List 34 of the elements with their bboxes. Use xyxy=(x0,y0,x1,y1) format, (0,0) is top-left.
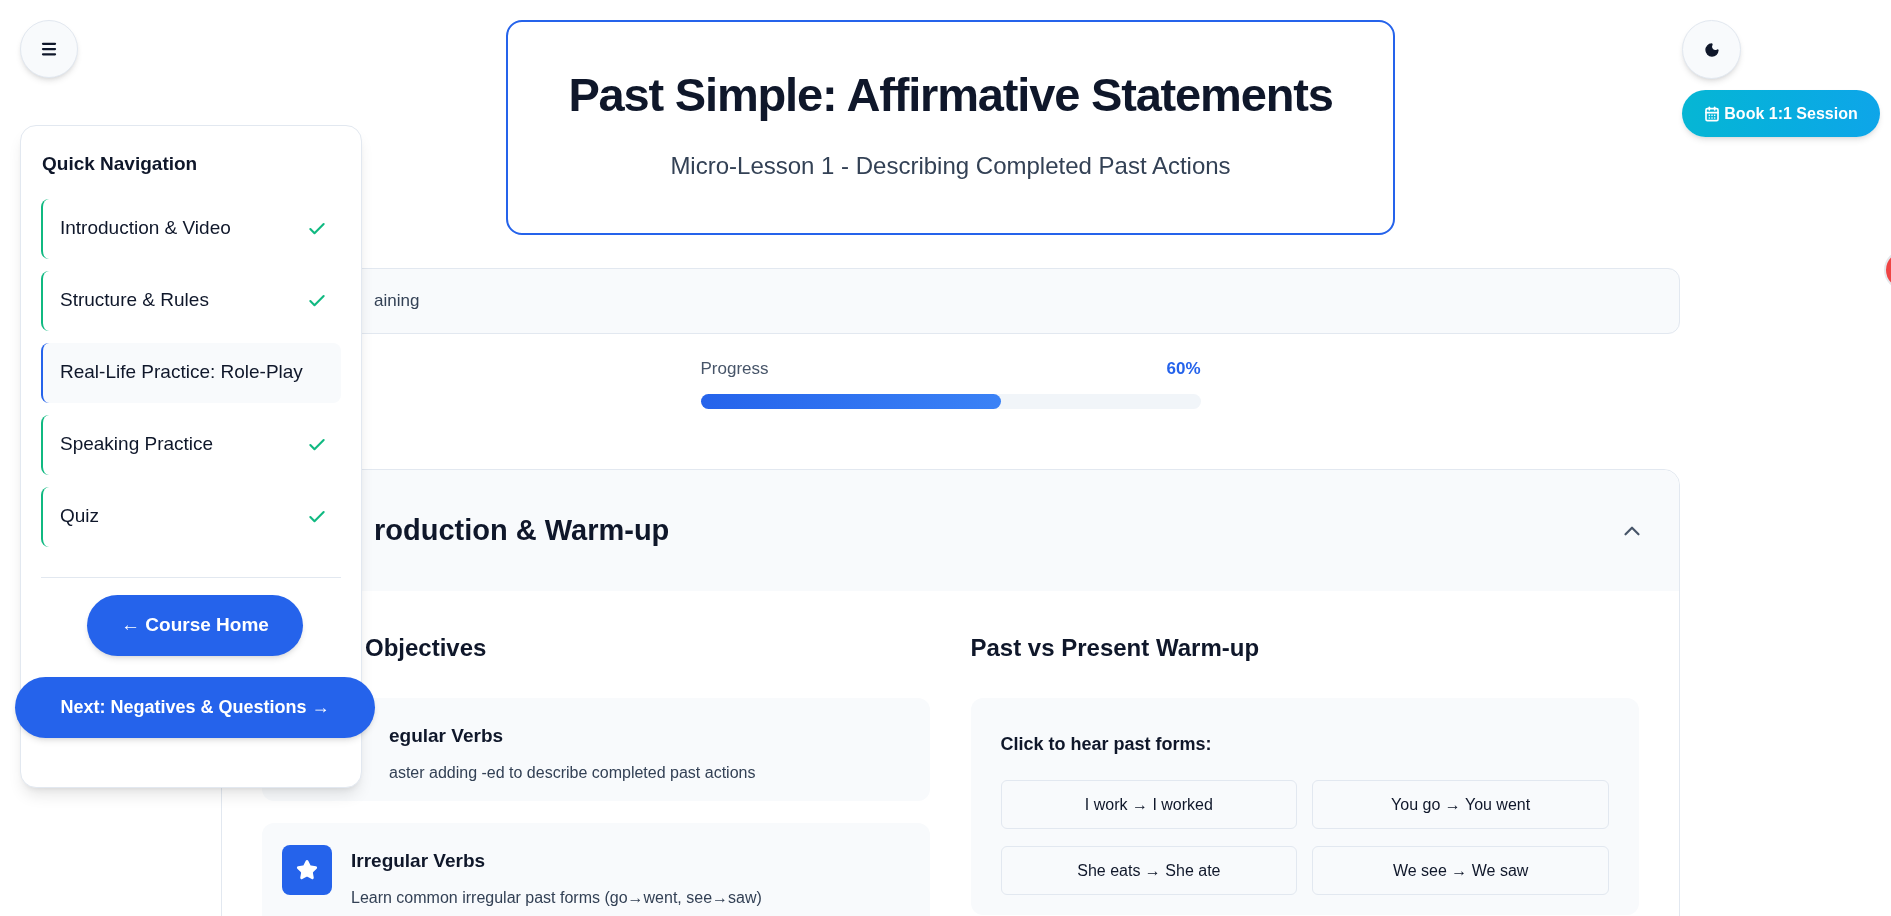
verb-pair-button[interactable]: We see → We saw xyxy=(1312,846,1609,895)
verb-pair-button[interactable]: I work → I worked xyxy=(1000,780,1298,829)
calendar-icon xyxy=(1704,105,1721,122)
verb-pair-button[interactable]: She eats → She ate xyxy=(1000,846,1298,895)
nav-item[interactable]: Real-Life Practice: Role-Play xyxy=(41,342,341,403)
course-home-button[interactable]: ← Course Home xyxy=(87,595,303,656)
moon-icon xyxy=(1703,41,1720,58)
quick-nav-title: Quick Navigation xyxy=(42,152,199,176)
warmup-prompt: Click to hear past forms: xyxy=(1000,733,1213,756)
warmup-heading: Past vs Present Warm-up xyxy=(970,633,1261,663)
page-subtitle: Micro-Lesson 1 - Describing Completed Past Actions xyxy=(670,151,1231,181)
menu-button[interactable] xyxy=(20,20,78,78)
objective-title: egular Verbs xyxy=(389,724,505,748)
section-title: roduction & Warm-up xyxy=(374,512,670,548)
status-text: aining xyxy=(374,290,420,313)
objectives-heading: Objectives xyxy=(365,633,488,663)
nav-item-label: Real-Life Practice: Role-Play xyxy=(60,360,303,385)
nav-item-label: Introduction & Video xyxy=(60,216,231,241)
next-lesson-button[interactable]: Next: Negatives & Questions → xyxy=(15,677,375,738)
nav-item-label: Quiz xyxy=(60,504,100,529)
progress-label: Progress xyxy=(700,358,769,381)
progress-value: 60% xyxy=(1166,358,1201,381)
nav-item-label: Speaking Practice xyxy=(60,432,214,457)
objective-description: aster adding -ed to describe completed past actions xyxy=(389,762,756,783)
objective-description: Learn common irregular past forms (go→went, see→saw) xyxy=(351,887,762,908)
verb-pair-button[interactable]: You go → You went xyxy=(1312,780,1609,829)
nav-item[interactable]: Speaking Practice xyxy=(41,414,341,475)
nav-item[interactable]: Introduction & Video xyxy=(41,198,341,259)
dark-mode-button[interactable] xyxy=(1682,20,1741,79)
menu-icon xyxy=(40,40,58,58)
nav-item[interactable]: Quiz xyxy=(41,486,341,547)
nav-item-label: Structure & Rules xyxy=(60,288,209,313)
nav-item[interactable]: Structure & Rules xyxy=(41,270,341,331)
objective-title: Irregular Verbs xyxy=(351,849,487,873)
